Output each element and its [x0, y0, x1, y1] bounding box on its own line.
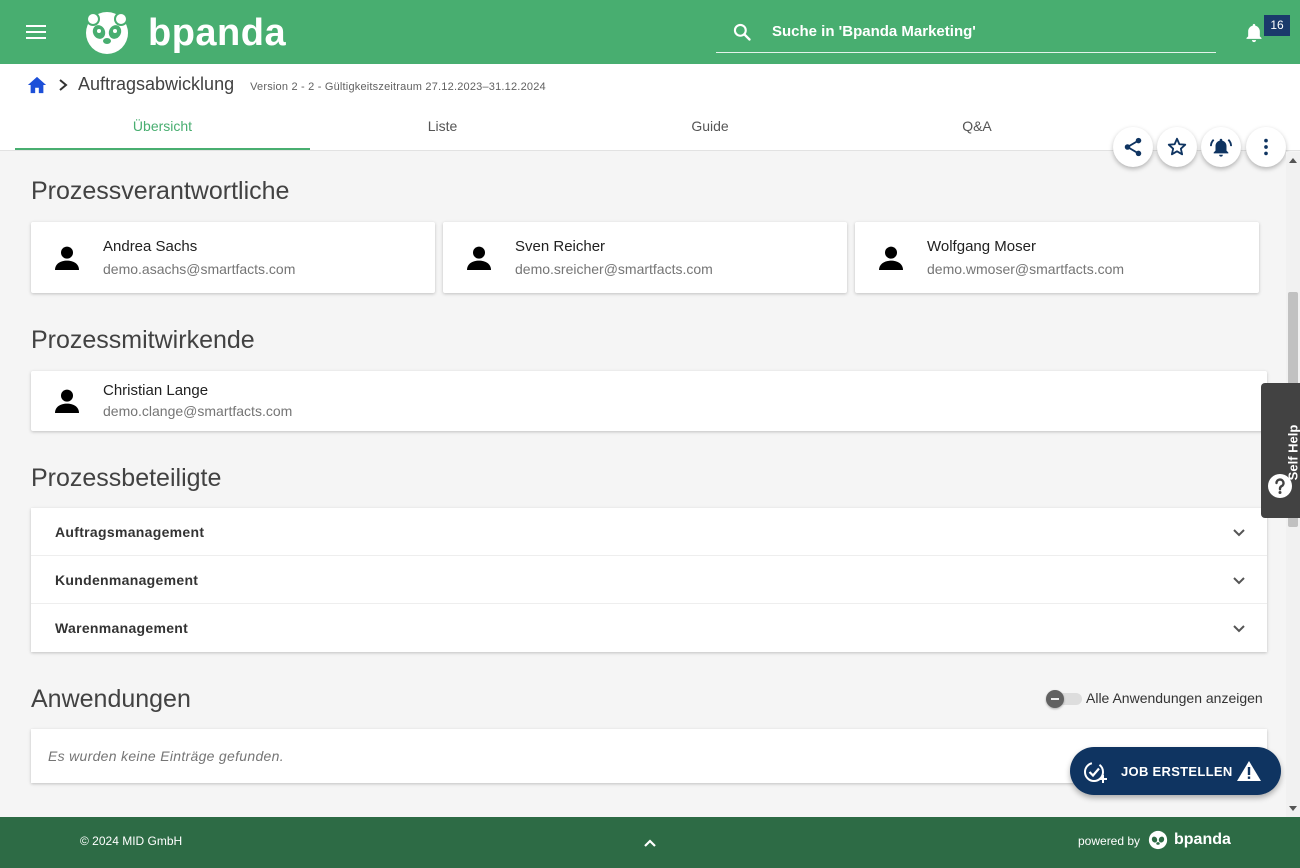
home-icon[interactable] [26, 75, 48, 95]
hamburger-menu-icon[interactable] [22, 20, 50, 44]
chevron-down-icon [1233, 529, 1245, 537]
person-email: demo.wmoser@smartfacts.com [927, 261, 1125, 277]
chevron-down-icon [1233, 577, 1245, 585]
more-options-button[interactable] [1246, 127, 1286, 167]
empty-message: Es wurden keine Einträge gefunden. [48, 748, 284, 764]
logo-text: bpanda [148, 11, 287, 54]
person-name: Sven Reicher [515, 238, 606, 255]
person-email: demo.asachs@smartfacts.com [103, 261, 296, 277]
self-help-tab[interactable]: Self Help [1261, 383, 1300, 518]
footer-bpanda-logo: bpanda [1148, 830, 1231, 850]
task-add-icon [1084, 762, 1107, 783]
accordion-item-warenmanagement[interactable]: Warenmanagement [31, 604, 1267, 652]
warning-icon [1237, 761, 1261, 781]
accordion-label: Warenmanagement [55, 620, 189, 636]
subscribe-button[interactable] [1201, 127, 1241, 167]
chevron-right-icon [59, 78, 68, 91]
copyright: © 2024 MID GmbH [80, 834, 183, 848]
participants-accordion: Auftragsmanagement Kundenmanagement Ware… [31, 508, 1267, 652]
scroll-down-arrow[interactable] [1289, 806, 1297, 811]
footer-logo-text: bpanda [1174, 831, 1231, 848]
section-title-applications: Anwendungen [31, 685, 191, 713]
panda-icon [1148, 830, 1168, 850]
bpanda-logo[interactable]: bpanda [84, 10, 286, 56]
powered-by-label: powered by [1078, 834, 1141, 848]
share-icon [1124, 137, 1142, 157]
create-job-button[interactable]: JOB ERSTELLEN [1070, 747, 1281, 795]
notification-active-icon [1210, 138, 1232, 157]
star-icon [1167, 137, 1187, 156]
chevron-up-icon[interactable] [640, 833, 660, 853]
person-icon [879, 246, 903, 270]
person-name: Andrea Sachs [103, 238, 198, 255]
tab-liste[interactable]: Liste [310, 106, 575, 150]
accordion-item-auftragsmanagement[interactable]: Auftragsmanagement [31, 508, 1267, 556]
show-all-applications-toggle[interactable] [1046, 690, 1082, 708]
page-footer: © 2024 MID GmbH powered by bpanda [0, 817, 1300, 868]
version-info: Version 2 - 2 - Gültigkeitszeitraum 27.1… [250, 80, 546, 93]
person-icon [55, 389, 79, 413]
section-title-contributors: Prozessmitwirkende [31, 326, 255, 354]
person-icon [55, 246, 79, 270]
person-card[interactable]: Wolfgang Moser demo.wmoser@smartfacts.co… [855, 222, 1259, 293]
person-name: Wolfgang Moser [927, 238, 1036, 255]
person-email: demo.clange@smartfacts.com [103, 403, 293, 419]
person-email: demo.sreicher@smartfacts.com [515, 261, 713, 277]
search-bar[interactable] [716, 10, 1216, 53]
chevron-down-icon [1233, 625, 1245, 633]
create-job-label: JOB ERSTELLEN [1121, 764, 1233, 779]
accordion-label: Kundenmanagement [55, 572, 199, 588]
notification-count-badge: 16 [1264, 15, 1290, 36]
more-vert-icon [1264, 138, 1268, 156]
favorite-button[interactable] [1157, 127, 1197, 167]
tab-uebersicht[interactable]: Übersicht [15, 106, 310, 150]
search-input[interactable] [772, 18, 1192, 44]
person-card[interactable]: Sven Reicher demo.sreicher@smartfacts.co… [443, 222, 847, 293]
search-icon [733, 23, 751, 41]
person-icon [467, 246, 491, 270]
notification-bell-icon[interactable] [1244, 22, 1264, 44]
toggle-knob [1046, 690, 1064, 708]
toggle-label: Alle Anwendungen anzeigen [1086, 690, 1263, 706]
tab-qa[interactable]: Q&A [845, 106, 1109, 150]
person-name: Christian Lange [103, 382, 209, 399]
scroll-up-arrow[interactable] [1289, 158, 1297, 163]
tab-guide[interactable]: Guide [575, 106, 845, 150]
page-title: Auftragsabwicklung [78, 74, 235, 94]
person-card[interactable]: Andrea Sachs demo.asachs@smartfacts.com [31, 222, 435, 293]
section-title-participants: Prozessbeteiligte [31, 464, 222, 492]
top-app-bar: bpanda 16 [0, 0, 1300, 64]
person-card[interactable]: Christian Lange demo.clange@smartfacts.c… [31, 371, 1267, 431]
panda-icon [86, 12, 128, 54]
share-button[interactable] [1113, 127, 1153, 167]
accordion-label: Auftragsmanagement [55, 524, 205, 540]
page-header: Auftragsabwicklung Version 2 - 2 - Gülti… [0, 64, 1300, 151]
section-title-owners: Prozessverantwortliche [31, 177, 290, 205]
help-icon [1268, 474, 1292, 498]
breadcrumb: Auftragsabwicklung Version 2 - 2 - Gülti… [26, 74, 546, 95]
accordion-item-kundenmanagement[interactable]: Kundenmanagement [31, 556, 1267, 604]
